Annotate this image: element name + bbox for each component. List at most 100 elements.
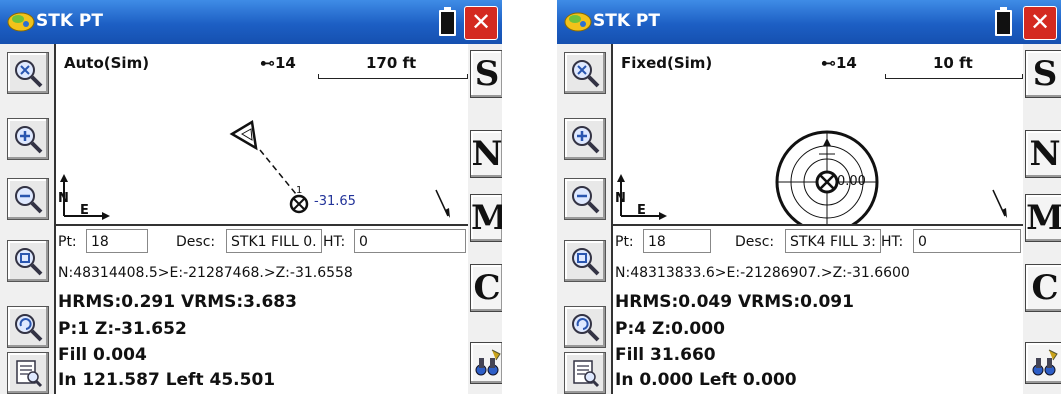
satellite-count: ⊷14 [260, 54, 296, 72]
stake-input-row: Pt: 18 Desc: STK4 FILL 3: HT: 0 [613, 224, 1023, 260]
desc-field[interactable]: STK1 FILL 0. [226, 229, 322, 253]
stake-n-button[interactable]: N [1025, 130, 1061, 178]
zoom-window-button[interactable] [564, 240, 606, 282]
map-canvas[interactable]: 1 N E -31.65 [56, 82, 468, 224]
zoom-out-icon [15, 186, 43, 214]
zoom-out-icon [572, 186, 600, 214]
svg-text:E: E [637, 203, 646, 218]
desc-field[interactable]: STK4 FILL 3: [785, 229, 881, 253]
battery-icon [995, 7, 1012, 36]
gps-mode-label: Auto(Sim) [64, 54, 150, 72]
binoculars-button[interactable] [470, 342, 502, 384]
left-screen: STK PT ✕ Auto(Sim) ⊷14 170 ft 1 N E -31.… [0, 0, 502, 394]
zoom-window-button[interactable] [7, 240, 49, 282]
zoom-in-icon [572, 126, 600, 154]
scale-bar [318, 74, 468, 79]
point-elevation-readout: P:4 Z:0.000 [615, 319, 725, 339]
north-arrow-icon: N E [58, 174, 110, 220]
report-button[interactable] [7, 352, 49, 394]
right-screen: STK PT ✕ Fixed(Sim) ⊷14 10 ft N E 0.00 P… [557, 0, 1061, 394]
map-panel: Auto(Sim) ⊷14 170 ft 1 N E -31.65 Pt: 18… [54, 44, 470, 394]
battery-icon [439, 7, 456, 36]
title-bar: STK PT ✕ [557, 0, 1061, 44]
current-position-icon: 1 [289, 185, 309, 214]
svg-text:N: N [615, 191, 626, 206]
desc-label: Desc: [735, 234, 775, 250]
app-logo-icon [564, 12, 592, 32]
zoom-extents-button[interactable] [564, 52, 606, 94]
zoom-out-button[interactable] [564, 178, 606, 220]
coordinates-readout: N:48313833.6>E:-21286907.>Z:-31.6600 [615, 265, 910, 281]
stake-c-button[interactable]: C [470, 264, 502, 312]
pt-field[interactable]: 18 [86, 229, 148, 253]
report-button[interactable] [564, 352, 606, 394]
satellite-count-value: 14 [836, 54, 857, 72]
ht-field[interactable]: 0 [913, 229, 1021, 253]
stake-m-button[interactable]: M [470, 194, 502, 242]
scale-bar [885, 74, 1023, 79]
window-title: STK PT [36, 11, 103, 31]
fill-readout: Fill 0.004 [58, 345, 147, 365]
rms-readout: HRMS:0.291 VRMS:3.683 [58, 292, 297, 312]
tilt-indicator-icon [992, 189, 1007, 218]
stake-s-button[interactable]: S [470, 50, 502, 98]
zoom-extents-icon [572, 60, 600, 88]
pt-label: Pt: [615, 234, 634, 250]
stake-s-button[interactable]: S [1025, 50, 1061, 98]
zoom-window-icon [15, 248, 43, 276]
zoom-in-button[interactable] [7, 118, 49, 160]
satellite-count: ⊷14 [821, 54, 857, 72]
command-toolbar: S N M C [468, 44, 502, 394]
binoculars-icon [1032, 349, 1058, 376]
zoom-previous-button[interactable] [564, 306, 606, 348]
stake-m-button[interactable]: M [1025, 194, 1061, 242]
north-arrow-icon: N E [615, 174, 667, 220]
zoom-window-icon [572, 248, 600, 276]
map-drawing: 1 N E [58, 119, 450, 220]
close-button[interactable]: ✕ [464, 6, 498, 40]
stake-c-button[interactable]: C [1025, 264, 1061, 312]
rms-readout: HRMS:0.049 VRMS:0.091 [615, 292, 854, 312]
map-canvas[interactable]: N E 0.00 [613, 82, 1023, 224]
point-elevation-readout: P:1 Z:-31.652 [58, 319, 187, 339]
zoom-extents-button[interactable] [7, 52, 49, 94]
binoculars-button[interactable] [1025, 342, 1061, 384]
zoom-previous-icon [15, 314, 43, 342]
svg-text:E: E [80, 203, 89, 218]
ht-label: HT: [323, 234, 346, 250]
zoom-in-icon [15, 126, 43, 154]
ht-field[interactable]: 0 [354, 229, 466, 253]
svg-text:1: 1 [296, 185, 302, 196]
satellite-icon: ⊷ [260, 54, 275, 72]
close-button[interactable]: ✕ [1023, 6, 1057, 40]
current-position-icon [815, 170, 839, 194]
desc-label: Desc: [176, 234, 216, 250]
zoom-previous-button[interactable] [7, 306, 49, 348]
zoom-out-button[interactable] [7, 178, 49, 220]
satellite-count-value: 14 [275, 54, 296, 72]
zoom-extents-icon [15, 60, 43, 88]
elevation-label: -31.65 [314, 194, 356, 209]
report-icon [573, 360, 600, 388]
satellite-icon: ⊷ [821, 54, 836, 72]
scale-label: 10 ft [933, 54, 973, 72]
command-toolbar: S N M C [1023, 44, 1061, 394]
ht-label: HT: [881, 234, 904, 250]
coordinates-readout: N:48314408.5>E:-21287468.>Z:-31.6558 [58, 265, 353, 281]
tilt-indicator-icon [435, 189, 450, 218]
zoom-toolbar [557, 44, 611, 394]
guidance-line [259, 149, 297, 195]
pt-field[interactable]: 18 [643, 229, 711, 253]
target-stake-icon [229, 119, 258, 151]
elevation-label: 0.00 [837, 174, 866, 189]
pt-label: Pt: [58, 234, 77, 250]
fill-readout: Fill 31.660 [615, 345, 716, 365]
zoom-previous-icon [572, 314, 600, 342]
stake-input-row: Pt: 18 Desc: STK1 FILL 0. HT: 0 [56, 224, 468, 260]
svg-text:N: N [58, 191, 69, 206]
stake-n-button[interactable]: N [470, 130, 502, 178]
report-icon [16, 360, 43, 388]
map-drawing: N E [615, 130, 1007, 224]
zoom-in-button[interactable] [564, 118, 606, 160]
gps-mode-label: Fixed(Sim) [621, 54, 713, 72]
